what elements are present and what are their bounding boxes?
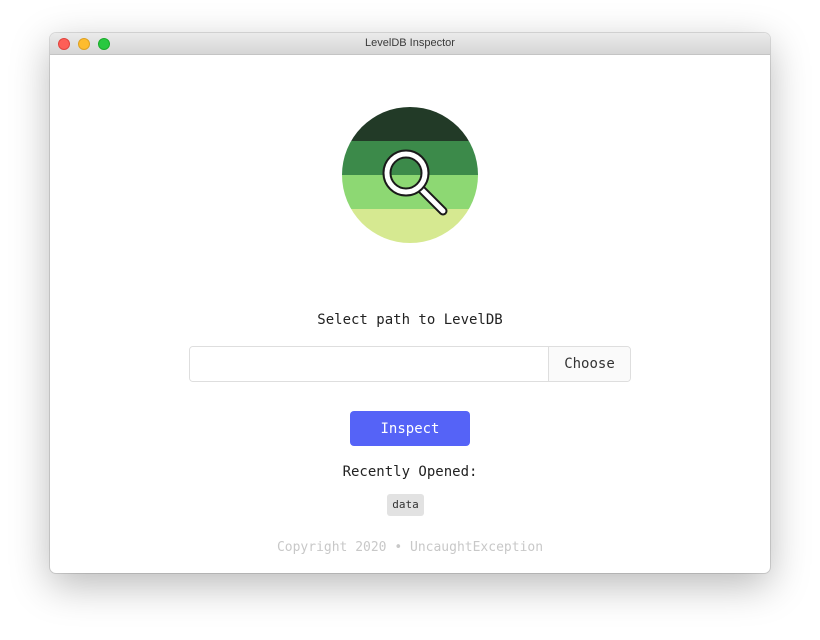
recent-item[interactable]: data bbox=[387, 494, 424, 516]
choose-button[interactable]: Choose bbox=[548, 347, 630, 381]
path-field-group: Choose bbox=[189, 346, 631, 382]
window-title: LevelDB Inspector bbox=[365, 37, 455, 49]
copyright-text: Copyright 2020 • UncaughtException bbox=[276, 540, 544, 555]
app-window: LevelDB Inspector Select path to LevelDB… bbox=[50, 33, 770, 573]
main-content: Select path to LevelDB Choose Inspect Re… bbox=[50, 55, 770, 573]
title-bar[interactable]: LevelDB Inspector bbox=[50, 33, 770, 55]
app-logo bbox=[342, 107, 478, 243]
path-input[interactable] bbox=[190, 347, 548, 381]
inspect-button[interactable]: Inspect bbox=[350, 411, 470, 446]
recently-opened-label: Recently Opened: bbox=[342, 464, 478, 480]
path-prompt: Select path to LevelDB bbox=[317, 312, 503, 328]
